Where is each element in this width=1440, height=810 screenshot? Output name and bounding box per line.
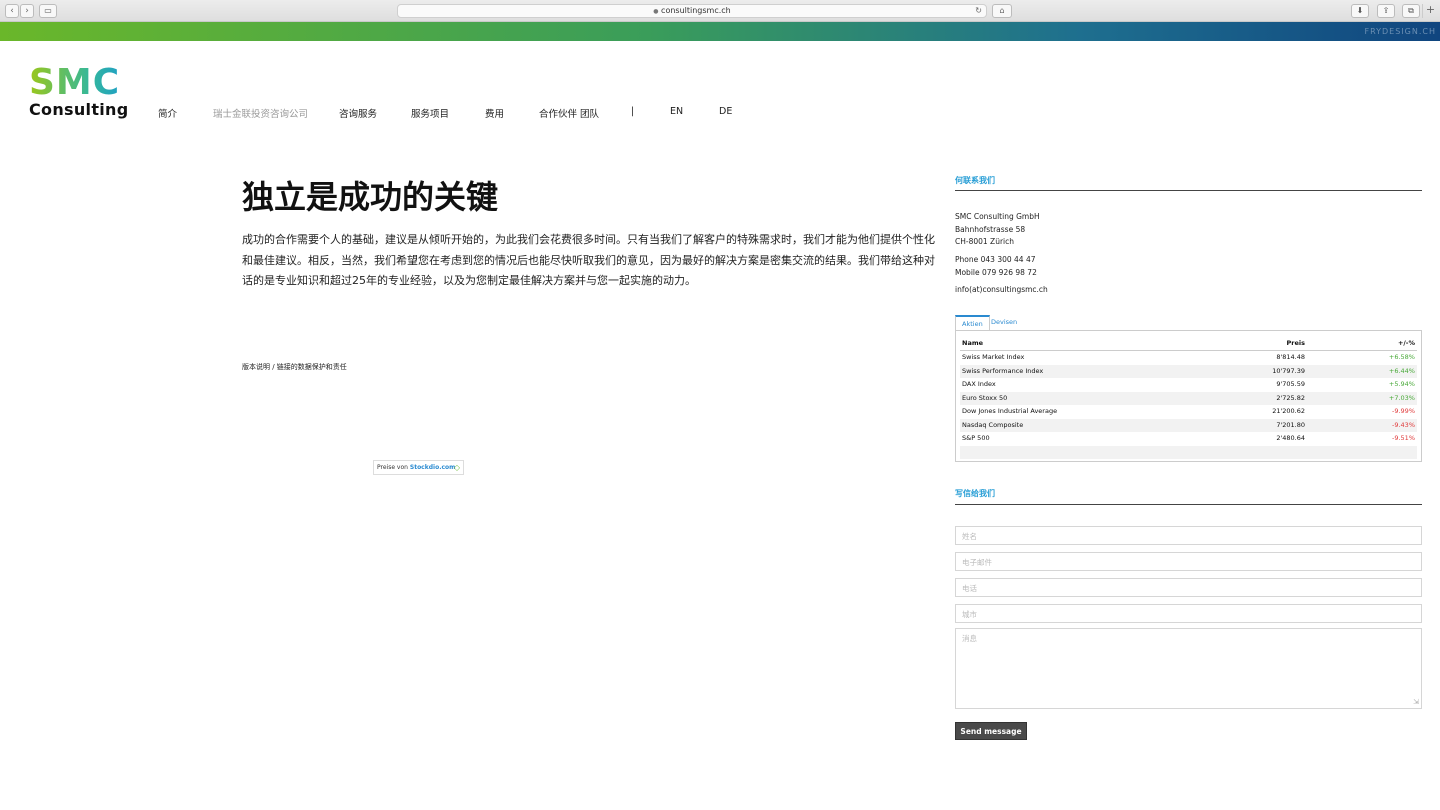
stock-name: S&P 500: [962, 434, 990, 442]
stock-name: Nasdaq Composite: [962, 420, 1024, 429]
legal-links[interactable]: 版本说明 / 链接的数据保护和责任: [242, 362, 347, 372]
header-price: Preis: [1286, 339, 1305, 347]
back-button[interactable]: ‹: [5, 4, 19, 18]
stock-price: 2'725.82: [1276, 393, 1305, 402]
header-gradient-band: FRYDESIGN.CH: [0, 22, 1440, 41]
stock-table: Name Preis +/-% Swiss Market Index 8'814…: [955, 330, 1422, 462]
credit-prefix: Preise von: [377, 464, 410, 471]
stock-change: +6.58%: [1388, 353, 1415, 361]
download-button[interactable]: ⬇: [1351, 4, 1369, 18]
nav-lang-en[interactable]: EN: [670, 106, 683, 117]
home-icon: ⌂: [999, 6, 1005, 15]
stock-widget: Aktien Devisen Name Preis +/-% Swiss Mar…: [955, 315, 1422, 465]
tab-devisen[interactable]: Devisen: [985, 315, 1023, 330]
stock-name: Swiss Performance Index: [962, 366, 1044, 375]
name-field[interactable]: 姓名: [955, 526, 1422, 545]
stock-widget-tabs: Aktien Devisen: [955, 315, 1422, 330]
contact-divider: [955, 190, 1422, 191]
frydesign-credit[interactable]: FRYDESIGN.CH: [1364, 27, 1436, 36]
new-tab-button[interactable]: +: [1422, 4, 1438, 18]
stockdio-credit[interactable]: Preise von Stockdio.com ◇: [373, 460, 464, 475]
stock-price: 10'797.39: [1272, 366, 1305, 375]
contact-email[interactable]: info(at)consultingsmc.ch: [955, 284, 1048, 297]
lock-icon: ●: [653, 8, 659, 15]
company-name: SMC Consulting GmbH: [955, 212, 1040, 221]
stock-name: DAX Index: [962, 380, 996, 388]
stock-name: Euro Stoxx 50: [962, 393, 1008, 402]
stock-name: Dow Jones Industrial Average: [962, 407, 1058, 415]
stock-change: +7.03%: [1388, 393, 1415, 402]
nav-item-consulting[interactable]: 咨询服务: [339, 106, 377, 120]
stock-change: -9.43%: [1392, 420, 1415, 429]
stock-price: 21'200.62: [1272, 407, 1305, 415]
stock-row[interactable]: S&P 500 2'480.64 -9.51%: [960, 432, 1417, 446]
stock-change: -9.51%: [1392, 434, 1415, 442]
email-field[interactable]: 电子邮件: [955, 552, 1422, 571]
stock-change: -9.99%: [1392, 407, 1415, 415]
city-field[interactable]: 城市: [955, 604, 1422, 623]
reload-icon[interactable]: ↻: [975, 5, 982, 17]
resize-handle-icon[interactable]: ⇲: [1413, 698, 1419, 706]
contact-title: 何联系我们: [955, 176, 995, 185]
stock-price: 9'705.59: [1276, 380, 1305, 388]
send-message-button[interactable]: Send message: [955, 722, 1027, 740]
stock-row-empty: [960, 445, 1417, 459]
stock-row[interactable]: Swiss Performance Index 10'797.39 +6.44%: [960, 364, 1417, 378]
nav-item-company[interactable]: 瑞士金联投资咨询公司: [213, 106, 308, 120]
intro-paragraph: 成功的合作需要个人的基础，建议是从倾听开始的，为此我们会花费很多时间。只有当我们…: [242, 233, 935, 287]
home-button[interactable]: ⌂: [992, 4, 1012, 18]
tabs-overview-button[interactable]: ⧉: [1402, 4, 1420, 18]
header-change: +/-%: [1397, 339, 1415, 347]
share-button[interactable]: ⇪: [1377, 4, 1395, 18]
logo-consulting-text: Consulting: [29, 100, 129, 119]
sidebar-toggle-button[interactable]: ▭: [39, 4, 57, 18]
stock-price: 2'480.64: [1276, 434, 1305, 442]
chevron-right-icon: ›: [25, 6, 29, 16]
street-address: Bahnhofstrasse 58: [955, 224, 1026, 234]
forward-button[interactable]: ›: [20, 4, 34, 18]
nav-item-services[interactable]: 服务项目: [411, 106, 449, 120]
browser-toolbar: ‹ › ▭ ● consultingsmc.ch ↻ ⌂ ⬇ ⇪ ⧉ +: [0, 0, 1440, 22]
stock-change: +5.94%: [1388, 380, 1415, 388]
tabs-icon: ⧉: [1408, 6, 1414, 15]
nav-item-intro[interactable]: 简介: [158, 106, 177, 120]
page-title: 独立是成功的关键: [242, 178, 499, 216]
contact-phones: Phone 043 300 44 47 Mobile 079 926 98 72: [955, 254, 1037, 279]
mobile-number[interactable]: Mobile 079 926 98 72: [955, 267, 1037, 280]
address-bar[interactable]: ● consultingsmc.ch ↻: [397, 4, 987, 18]
header-name: Name: [962, 339, 984, 347]
stock-change: +6.44%: [1388, 366, 1415, 375]
share-icon: ⇪: [1382, 6, 1390, 15]
phone-number[interactable]: Phone 043 300 44 47: [955, 254, 1037, 267]
stock-price: 7'201.80: [1276, 420, 1305, 429]
stock-row[interactable]: Swiss Market Index 8'814.48 +6.58%: [960, 351, 1417, 365]
message-field[interactable]: 消息 ⇲: [955, 628, 1422, 709]
url-text: consultingsmc.ch: [661, 6, 731, 15]
form-divider: [955, 504, 1422, 505]
stock-row[interactable]: Dow Jones Industrial Average 21'200.62 -…: [960, 405, 1417, 419]
stock-price: 8'814.48: [1276, 353, 1305, 361]
logo-smc-text: SMC: [29, 65, 129, 101]
nav-lang-de[interactable]: DE: [719, 106, 732, 117]
form-title: 写信给我们: [955, 489, 995, 498]
nav-separator: |: [631, 106, 635, 117]
stock-table-header: Name Preis +/-%: [960, 337, 1417, 351]
sidebar-icon: ▭: [44, 6, 52, 15]
city-address: CH-8001 Zürich: [955, 237, 1014, 246]
stock-row[interactable]: DAX Index 9'705.59 +5.94%: [960, 378, 1417, 392]
stock-name: Swiss Market Index: [962, 353, 1025, 361]
download-icon: ⬇: [1356, 6, 1364, 15]
site-logo[interactable]: SMC Consulting: [29, 65, 129, 120]
nav-item-partners-team[interactable]: 合作伙伴 团队: [539, 106, 599, 120]
phone-field[interactable]: 电话: [955, 578, 1422, 597]
stock-row[interactable]: Euro Stoxx 50 2'725.82 +7.03%: [960, 391, 1417, 405]
nav-item-fees[interactable]: 费用: [485, 106, 504, 120]
stockdio-logo-icon: ◇: [453, 463, 460, 472]
message-placeholder: 消息: [962, 634, 977, 643]
plus-icon: +: [1425, 3, 1436, 16]
chevron-left-icon: ‹: [10, 6, 14, 16]
stock-row[interactable]: Nasdaq Composite 7'201.80 -9.43%: [960, 418, 1417, 432]
contact-address: SMC Consulting GmbH Bahnhofstrasse 58 CH…: [955, 211, 1040, 249]
credit-brand: Stockdio.com: [409, 464, 456, 471]
